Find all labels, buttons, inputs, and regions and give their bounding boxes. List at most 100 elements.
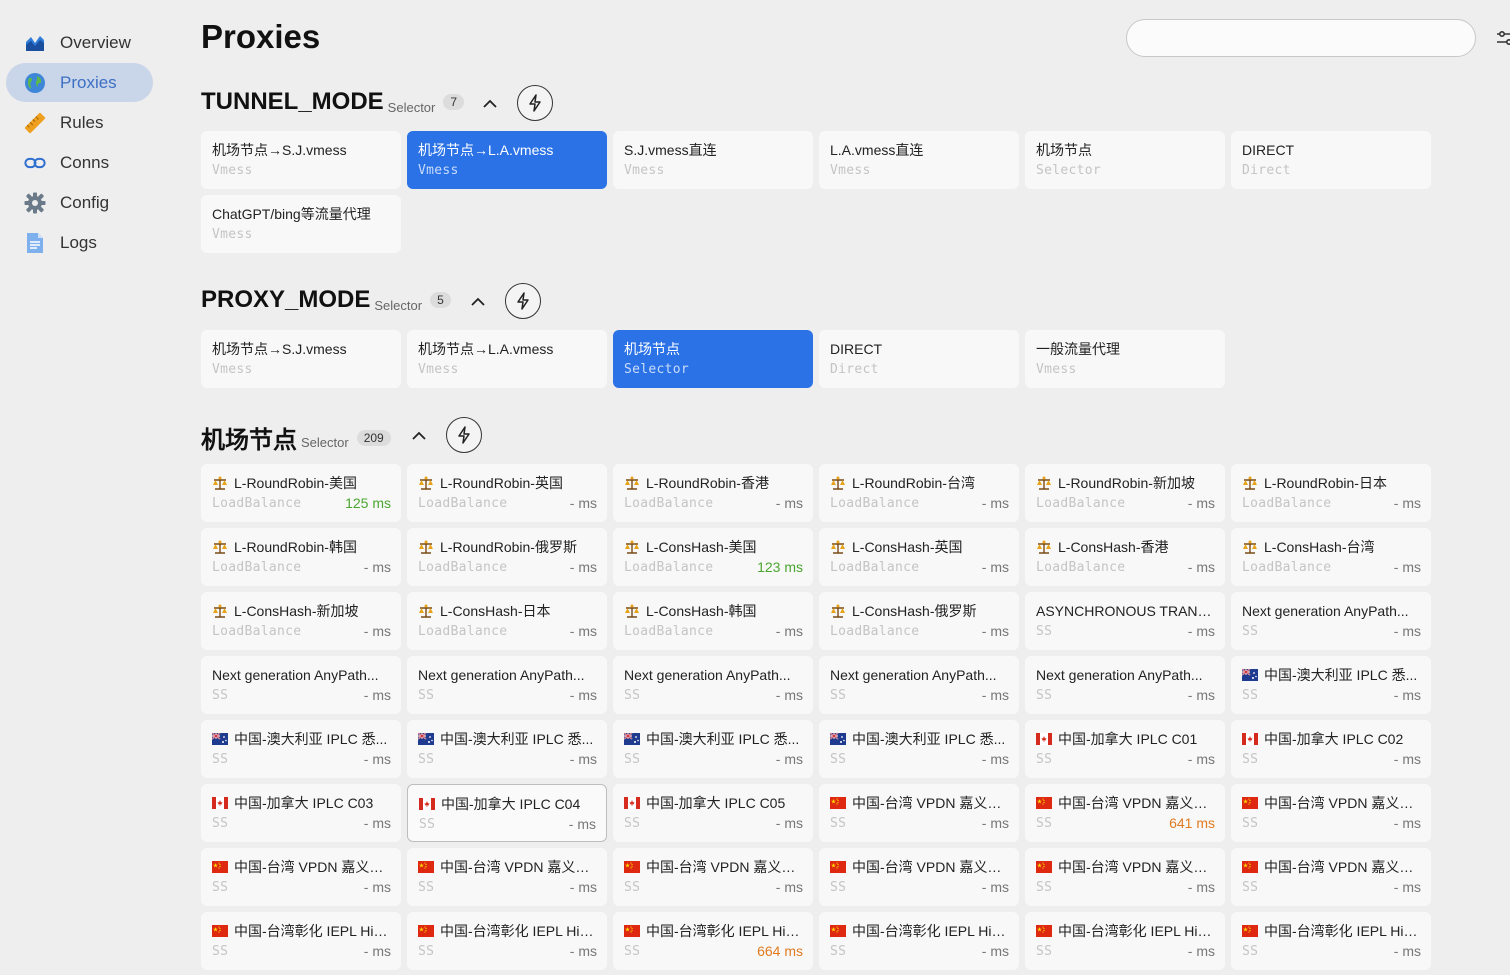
chevron-up-icon[interactable]: [468, 291, 488, 311]
proxy-name-text: Next generation AnyPath...: [624, 667, 791, 683]
proxy-name: L-ConsHash-美国: [624, 538, 802, 556]
proxy-card[interactable]: L-ConsHash-日本 LoadBalance - ms: [407, 592, 607, 650]
proxy-card[interactable]: L-RoundRobin-香港 LoadBalance - ms: [613, 464, 813, 522]
proxy-card[interactable]: ASYNCHRONOUS TRANS... SS - ms: [1025, 592, 1225, 650]
proxy-name: L-ConsHash-香港: [1036, 538, 1214, 556]
settings-sliders-icon[interactable]: [1495, 29, 1510, 47]
proxy-latency: - ms: [1187, 687, 1215, 703]
scale-icon: [418, 540, 440, 554]
proxy-latency: - ms: [1187, 879, 1215, 895]
proxy-card[interactable]: 中国-台湾 VPDN 嘉义游... SS - ms: [407, 848, 607, 906]
proxy-latency: - ms: [1393, 879, 1421, 895]
proxy-card[interactable]: ChatGPT/bing等流量代理 Vmess: [201, 195, 401, 253]
proxy-card[interactable]: L-RoundRobin-新加坡 LoadBalance - ms: [1025, 464, 1225, 522]
proxy-card[interactable]: L-ConsHash-韩国 LoadBalance - ms: [613, 592, 813, 650]
proxy-card[interactable]: Next generation AnyPath... SS - ms: [613, 656, 813, 714]
proxy-card[interactable]: L-ConsHash-英国 LoadBalance - ms: [819, 528, 1019, 586]
proxy-name: 中国-台湾 VPDN 嘉义游...: [212, 858, 390, 876]
proxy-name-text: 中国-台湾彰化 IEPL HiN...: [852, 923, 1008, 939]
proxy-card[interactable]: L-ConsHash-台湾 LoadBalance - ms: [1231, 528, 1431, 586]
proxy-card[interactable]: 中国-台湾 VPDN 嘉义游... SS - ms: [613, 848, 813, 906]
proxy-card[interactable]: 中国-加拿大 IPLC C02 SS - ms: [1231, 720, 1431, 778]
proxy-card[interactable]: 机场节点→S.J.vmess Vmess: [201, 131, 401, 189]
proxy-card[interactable]: DIRECT Direct: [819, 330, 1019, 388]
proxy-card[interactable]: 一般流量代理 Vmess: [1025, 330, 1225, 388]
chevron-up-icon[interactable]: [409, 425, 429, 445]
proxy-card[interactable]: 机场节点→L.A.vmess Vmess: [407, 330, 607, 388]
cn-flag-icon: [830, 860, 852, 874]
proxy-card[interactable]: L-RoundRobin-日本 LoadBalance - ms: [1231, 464, 1431, 522]
proxy-card[interactable]: 中国-台湾 VPDN 嘉义游... SS - ms: [819, 848, 1019, 906]
proxy-card[interactable]: 中国-台湾 VPDN 嘉义游... SS - ms: [1231, 848, 1431, 906]
proxy-card[interactable]: 中国-澳大利亚 IPLC 悉... SS - ms: [1231, 656, 1431, 714]
proxy-card[interactable]: 中国-台湾 VPDN 嘉义游... SS 641 ms: [1025, 784, 1225, 842]
proxy-card[interactable]: L-ConsHash-俄罗斯 LoadBalance - ms: [819, 592, 1019, 650]
latency-test-button[interactable]: [505, 283, 541, 319]
proxy-card[interactable]: L-RoundRobin-韩国 LoadBalance - ms: [201, 528, 401, 586]
proxy-card[interactable]: Next generation AnyPath... SS - ms: [201, 656, 401, 714]
proxy-card[interactable]: 中国-台湾 VPDN 嘉义游... SS - ms: [1025, 848, 1225, 906]
proxy-type: LoadBalance: [1036, 560, 1126, 575]
proxy-card[interactable]: 中国-台湾彰化 IEPL HiN... SS - ms: [1231, 912, 1431, 970]
proxy-card[interactable]: 中国-澳大利亚 IPLC 悉... SS - ms: [613, 720, 813, 778]
search-input[interactable]: [1126, 19, 1476, 57]
proxy-type: LoadBalance: [624, 496, 714, 511]
proxy-card[interactable]: 中国-台湾彰化 IEPL HiN... SS - ms: [407, 912, 607, 970]
proxy-card[interactable]: 中国-加拿大 IPLC C03 SS - ms: [201, 784, 401, 842]
chevron-up-icon[interactable]: [480, 93, 500, 113]
ca-flag-icon: [419, 797, 441, 811]
proxy-card[interactable]: L-RoundRobin-俄罗斯 LoadBalance - ms: [407, 528, 607, 586]
ca-flag-icon: [212, 796, 234, 810]
proxy-type: Selector: [1036, 163, 1102, 178]
proxy-type: SS: [1242, 816, 1259, 831]
latency-test-button[interactable]: [446, 417, 482, 453]
proxy-latency: - ms: [981, 559, 1009, 575]
proxy-card[interactable]: DIRECT Direct: [1231, 131, 1431, 189]
proxy-card[interactable]: Next generation AnyPath... SS - ms: [819, 656, 1019, 714]
proxy-type: SS: [1036, 880, 1053, 895]
scale-icon: [624, 604, 646, 618]
proxy-card[interactable]: 中国-台湾 VPDN 嘉义游... SS - ms: [201, 848, 401, 906]
proxy-card[interactable]: 中国-澳大利亚 IPLC 悉... SS - ms: [819, 720, 1019, 778]
proxy-card[interactable]: 机场节点→L.A.vmess Vmess: [407, 131, 607, 189]
proxy-card[interactable]: 中国-澳大利亚 IPLC 悉... SS - ms: [407, 720, 607, 778]
proxy-card[interactable]: L.A.vmess直连 Vmess: [819, 131, 1019, 189]
group-count-badge: 209: [356, 429, 391, 446]
proxy-card[interactable]: 中国-台湾彰化 IEPL HiN... SS 664 ms: [613, 912, 813, 970]
proxy-card[interactable]: 机场节点 Selector: [1025, 131, 1225, 189]
proxy-card[interactable]: L-ConsHash-美国 LoadBalance 123 ms: [613, 528, 813, 586]
proxy-card[interactable]: 中国-台湾彰化 IEPL HiN... SS - ms: [819, 912, 1019, 970]
proxy-card[interactable]: L-ConsHash-新加坡 LoadBalance - ms: [201, 592, 401, 650]
proxy-type: Vmess: [418, 163, 459, 178]
proxy-name-text: 中国-台湾 VPDN 嘉义游...: [234, 859, 390, 875]
proxy-card[interactable]: 机场节点 Selector: [613, 330, 813, 388]
proxy-name-text: L-RoundRobin-俄罗斯: [440, 539, 577, 555]
proxy-name-text: L-ConsHash-英国: [852, 539, 963, 555]
proxy-name: L-RoundRobin-香港: [624, 474, 802, 492]
proxy-card[interactable]: 中国-澳大利亚 IPLC 悉... SS - ms: [201, 720, 401, 778]
proxy-card[interactable]: 中国-加拿大 IPLC C01 SS - ms: [1025, 720, 1225, 778]
proxy-latency: - ms: [775, 687, 803, 703]
proxy-card[interactable]: 中国-台湾彰化 IEPL HiN... SS - ms: [1025, 912, 1225, 970]
scale-icon: [418, 476, 440, 490]
proxy-card[interactable]: Next generation AnyPath... SS - ms: [407, 656, 607, 714]
proxy-card[interactable]: 中国-台湾 VPDN 嘉义游... SS - ms: [819, 784, 1019, 842]
proxy-card[interactable]: L-RoundRobin-美国 LoadBalance 125 ms: [201, 464, 401, 522]
proxy-card[interactable]: L-RoundRobin-英国 LoadBalance - ms: [407, 464, 607, 522]
proxy-card[interactable]: L-ConsHash-香港 LoadBalance - ms: [1025, 528, 1225, 586]
proxy-card[interactable]: 中国-加拿大 IPLC C05 SS - ms: [613, 784, 813, 842]
proxy-latency: - ms: [775, 879, 803, 895]
proxy-card[interactable]: 中国-台湾彰化 IEPL HiN... SS - ms: [201, 912, 401, 970]
proxy-card[interactable]: 机场节点→S.J.vmess Vmess: [201, 330, 401, 388]
proxy-latency: - ms: [1187, 943, 1215, 959]
proxy-name-text: 中国-澳大利亚 IPLC 悉...: [646, 731, 800, 747]
proxy-card[interactable]: Next generation AnyPath... SS - ms: [1025, 656, 1225, 714]
proxy-card[interactable]: S.J.vmess直连 Vmess: [613, 131, 813, 189]
proxy-card[interactable]: 中国-台湾 VPDN 嘉义游... SS - ms: [1231, 784, 1431, 842]
proxy-card[interactable]: Next generation AnyPath... SS - ms: [1231, 592, 1431, 650]
latency-test-button[interactable]: [517, 85, 553, 121]
proxy-latency: - ms: [569, 687, 597, 703]
proxy-latency: - ms: [363, 559, 391, 575]
proxy-card[interactable]: L-RoundRobin-台湾 LoadBalance - ms: [819, 464, 1019, 522]
proxy-card[interactable]: 中国-加拿大 IPLC C04 SS - ms: [407, 784, 607, 842]
